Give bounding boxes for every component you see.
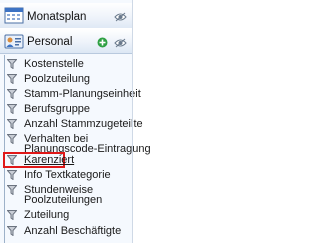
filter-icon — [7, 59, 17, 69]
list-item[interactable]: Berufsgruppe — [7, 102, 131, 116]
list-item[interactable]: Stamm-Planungseinheit — [7, 87, 141, 101]
list-item-label: Poolzuteilungen — [24, 194, 103, 206]
tree-connector — [4, 55, 5, 243]
list-item-label: Anzahl Beschäftigte — [24, 225, 122, 237]
filter-icon — [7, 155, 17, 165]
eye-icon[interactable] — [114, 38, 127, 48]
eye-icon[interactable] — [114, 12, 127, 22]
filter-icon — [7, 74, 17, 84]
section-monatsplan[interactable]: Monatsplan — [0, 3, 132, 31]
filter-icon — [7, 170, 17, 180]
filter-icon — [7, 104, 17, 114]
list-item-label: Anzahl Stammzugeteilte — [24, 118, 143, 130]
list-item[interactable]: Anzahl Stammzugeteilte — [7, 117, 143, 131]
list-item-label: Stamm-Planungseinheit — [24, 88, 141, 100]
list-item[interactable]: Info Textkategorie — [7, 168, 131, 182]
navigation-panel: Monatsplan Personal Kostenstelle Poolzut… — [0, 0, 151, 243]
filter-icon — [7, 89, 17, 99]
list-item-label: Zuteilung — [24, 209, 70, 221]
list-item-label: Kostenstelle — [24, 58, 84, 70]
add-icon[interactable] — [97, 37, 108, 48]
section-title: Monatsplan — [27, 11, 87, 23]
list-item-label: Info Textkategorie — [24, 169, 111, 181]
filter-icon — [7, 210, 17, 220]
filter-icon — [7, 226, 17, 236]
person-card-icon — [4, 34, 24, 49]
calendar-icon — [4, 7, 24, 24]
list-item-selected[interactable]: Karenziert — [7, 153, 131, 167]
list-item[interactable]: Kostenstelle — [7, 57, 131, 71]
list-item-label: Karenziert — [24, 154, 75, 166]
section-title: Personal — [27, 36, 73, 48]
list-item[interactable]: Zuteilung — [7, 208, 131, 222]
section-personal[interactable]: Personal — [0, 28, 132, 54]
filter-icon — [7, 119, 17, 129]
panel-border — [132, 0, 133, 243]
list-item[interactable]: Poolzuteilung — [7, 72, 131, 86]
list-item[interactable]: Anzahl Beschäftigte — [7, 224, 131, 238]
list-item-continuation[interactable]: Poolzuteilungen — [7, 193, 131, 207]
list-item-label: Berufsgruppe — [24, 103, 91, 115]
list-item-label: Poolzuteilung — [24, 73, 91, 85]
